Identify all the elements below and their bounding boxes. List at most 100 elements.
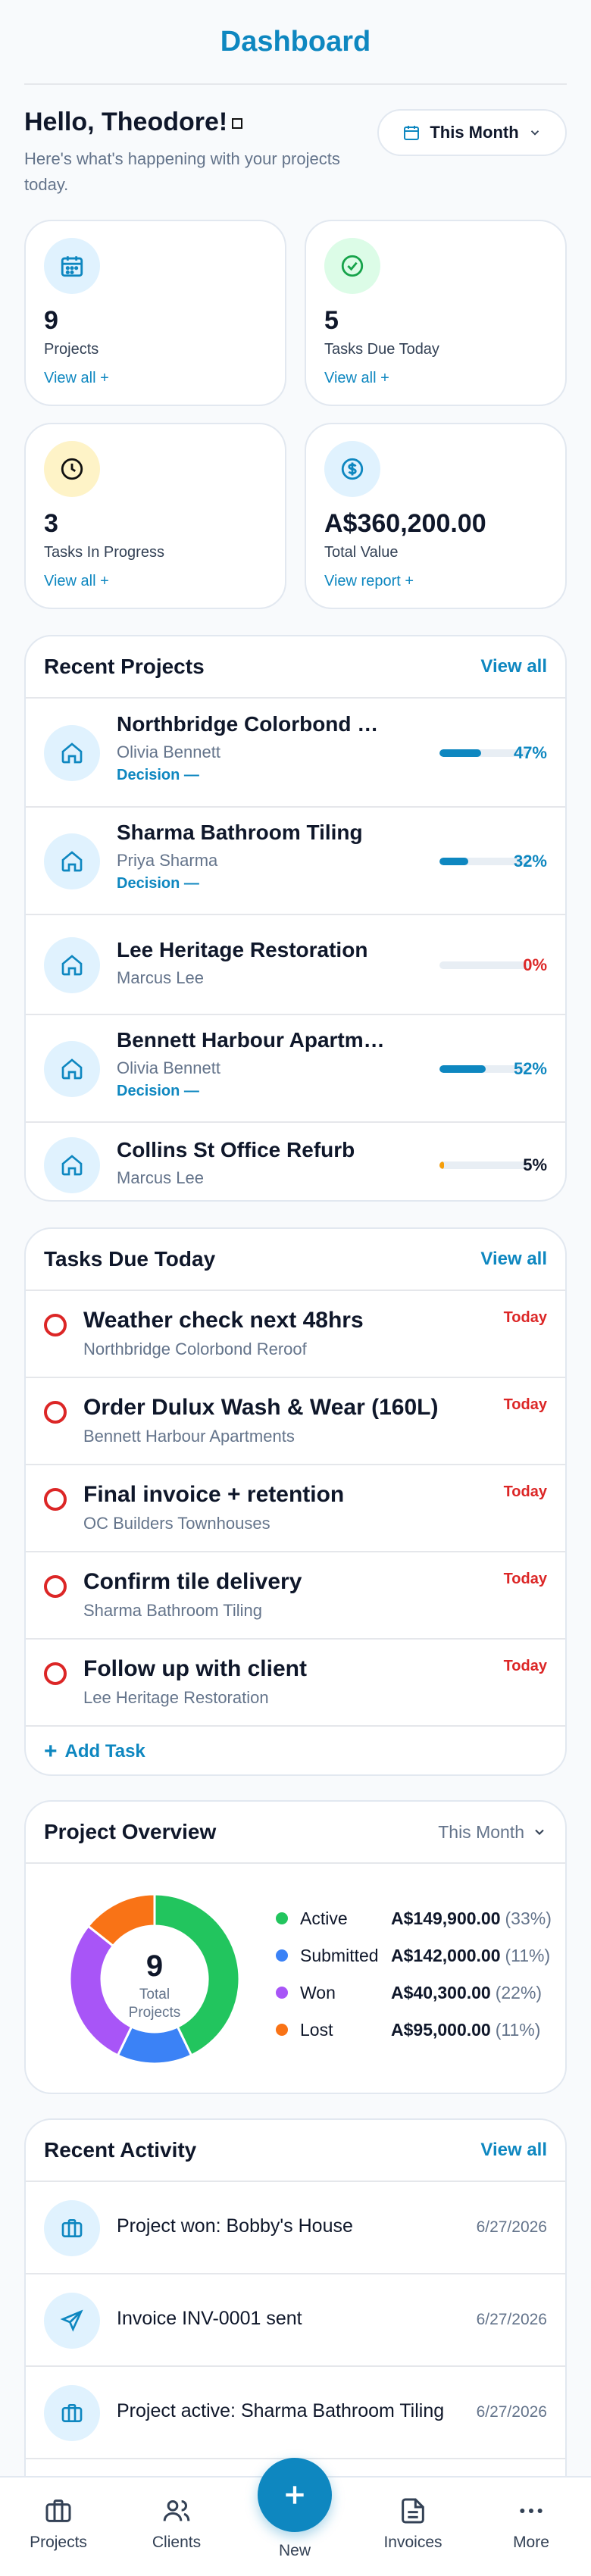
- chevron-down-icon: [530, 130, 539, 136]
- section-header: Tasks Due Today View all: [26, 1229, 565, 1291]
- legend-percent: (22%): [495, 1982, 543, 2002]
- nav-projects[interactable]: Projects: [9, 2496, 108, 2552]
- activity-date: 6/27/2026: [476, 2403, 547, 2421]
- stat-view-all-link[interactable]: View all +: [44, 370, 109, 387]
- section-title: Tasks Due Today: [44, 1247, 216, 1271]
- task-project: OC Builders Townhouses: [83, 1514, 270, 1533]
- task-row[interactable]: Confirm tile delivery Sharma Bathroom Til…: [26, 1552, 565, 1640]
- house-icon: [44, 725, 100, 781]
- donut-center-value: 9: [146, 1949, 163, 1983]
- stat-view-all-link[interactable]: View all +: [324, 370, 389, 387]
- project-client: Marcus Lee: [117, 1168, 204, 1187]
- activity-row[interactable]: Invoice INV-0001 sent 6/27/2026: [26, 2274, 565, 2367]
- legend-label: Active: [300, 1908, 348, 1928]
- stat-card-projects[interactable]: 9 Projects View all +: [24, 220, 286, 406]
- task-row[interactable]: Follow up with client Lee Heritage Restor…: [26, 1640, 565, 1727]
- task-due-badge: Today: [503, 1396, 547, 1413]
- stat-card-total-value[interactable]: A$360,200.00 Total Value View report +: [305, 423, 567, 609]
- stat-value: 3: [44, 509, 58, 538]
- more-dots-icon: [520, 2509, 543, 2513]
- progress-fill: [439, 1065, 486, 1073]
- tasks-due-card: Tasks Due Today View all Weather check n…: [24, 1227, 567, 1776]
- project-row[interactable]: Collins St Office Refurb Marcus Lee 5%: [26, 1123, 565, 1200]
- task-checkbox-icon[interactable]: [44, 1662, 67, 1685]
- add-task-label: Add Task: [64, 1741, 145, 1762]
- project-client: Olivia Bennett: [117, 742, 220, 761]
- nav-label: Clients: [152, 2534, 202, 2551]
- legend-item: Lost A$95,000.00 (11%): [276, 2015, 565, 2045]
- task-checkbox-icon[interactable]: [44, 1575, 67, 1598]
- activity-date: 6/27/2026: [476, 2311, 547, 2328]
- activity-text: Project active: Sharma Bathroom Tiling: [117, 2400, 445, 2421]
- progress-fill: [439, 858, 468, 865]
- project-row[interactable]: Lee Heritage Restoration Marcus Lee 0%: [26, 915, 565, 1015]
- stat-card-tasks-in-progress[interactable]: 3 Tasks In Progress View all +: [24, 423, 286, 609]
- section-header: Recent Projects View all: [26, 636, 565, 699]
- activity-date: 6/27/2026: [476, 2218, 547, 2236]
- activity-text: Invoice INV-0001 sent: [117, 2308, 302, 2329]
- calendar-icon: [404, 126, 420, 140]
- task-title: Follow up with client: [83, 1656, 307, 1681]
- period-filter-button[interactable]: This Month: [377, 109, 567, 156]
- briefcase-icon: [45, 2499, 71, 2522]
- briefcase-icon: [44, 2200, 100, 2256]
- project-client: Marcus Lee: [117, 968, 204, 987]
- project-status: Decision —: [117, 767, 199, 783]
- view-all-link[interactable]: View all: [480, 2140, 547, 2161]
- legend-dot: [276, 2024, 288, 2036]
- nav-label: Invoices: [383, 2534, 442, 2551]
- project-status: Decision —: [117, 1083, 199, 1099]
- nav-clients[interactable]: Clients: [127, 2496, 226, 2552]
- legend-percent: (33%): [505, 1908, 552, 1928]
- progress-percent: 32%: [513, 852, 547, 871]
- project-row[interactable]: Northbridge Colorbond Reroof Olivia Benne…: [26, 699, 565, 808]
- stat-card-tasks-due[interactable]: 5 Tasks Due Today View all +: [305, 220, 567, 406]
- section-header: Project Overview This Month: [26, 1802, 565, 1864]
- view-all-link[interactable]: View all: [480, 656, 547, 677]
- stat-view-report-link[interactable]: View report +: [324, 573, 414, 590]
- task-checkbox-icon[interactable]: [44, 1488, 67, 1511]
- legend-label: Lost: [300, 2019, 333, 2040]
- task-due-badge: Today: [503, 1483, 547, 1500]
- project-overview-card: Project Overview This Month 9 Total Proj…: [24, 1800, 567, 2094]
- project-row[interactable]: Bennett Harbour Apartments Olivia Bennett…: [26, 1015, 565, 1123]
- overview-period-select[interactable]: This Month: [438, 1822, 547, 1843]
- nav-label: More: [513, 2534, 549, 2551]
- house-icon: [44, 1137, 100, 1193]
- project-row[interactable]: Sharma Bathroom Tiling Priya Sharma Decisi…: [26, 808, 565, 915]
- check-circle-icon: [324, 238, 380, 294]
- legend-dot: [276, 1912, 288, 1924]
- nav-label: Projects: [30, 2534, 87, 2551]
- task-row[interactable]: Final invoice + retention OC Builders Tow…: [26, 1465, 565, 1552]
- document-icon: [402, 2498, 424, 2524]
- project-name: Northbridge Colorbond Reroof: [117, 712, 389, 736]
- period-filter-label: This Month: [430, 123, 519, 142]
- greeting-title: Hello, Theodore!: [24, 108, 342, 137]
- clock-icon: [44, 441, 100, 497]
- view-all-link[interactable]: View all: [480, 1249, 547, 1270]
- briefcase-icon: [44, 2385, 100, 2441]
- section-title: Project Overview: [44, 1820, 217, 1843]
- stat-label: Projects: [44, 341, 99, 358]
- donut-center-label-1: Total: [139, 1987, 170, 2002]
- add-task-button[interactable]: + Add Task: [26, 1727, 565, 1774]
- donut-chart: 9 Total Projects: [68, 1893, 241, 2065]
- activity-row[interactable]: Project active: Sharma Bathroom Tiling 6/…: [26, 2367, 565, 2459]
- task-row[interactable]: Order Dulux Wash & Wear (160L) Bennett Ha…: [26, 1378, 565, 1465]
- task-checkbox-icon[interactable]: [44, 1401, 67, 1424]
- task-checkbox-icon[interactable]: [44, 1314, 67, 1336]
- activity-text: Project won: Bobby's House: [117, 2215, 353, 2237]
- nav-invoices[interactable]: Invoices: [364, 2496, 462, 2552]
- project-name: Sharma Bathroom Tiling: [117, 821, 363, 844]
- nav-more[interactable]: More: [482, 2496, 580, 2552]
- legend-amount: A$95,000.00: [391, 2019, 491, 2040]
- page-title: Dashboard: [220, 25, 371, 58]
- new-button[interactable]: [258, 2458, 332, 2532]
- activity-row[interactable]: Project won: Bobby's House 6/27/2026: [26, 2182, 565, 2274]
- task-title: Weather check next 48hrs: [83, 1308, 364, 1333]
- donut-slice-won: [68, 1924, 133, 2057]
- task-row[interactable]: Weather check next 48hrs Northbridge Colo…: [26, 1291, 565, 1378]
- legend-item: Won A$40,300.00 (22%): [276, 1977, 565, 2008]
- legend-item: Submitted A$142,000.00 (11%): [276, 1940, 565, 1971]
- stat-view-all-link[interactable]: View all +: [44, 573, 109, 590]
